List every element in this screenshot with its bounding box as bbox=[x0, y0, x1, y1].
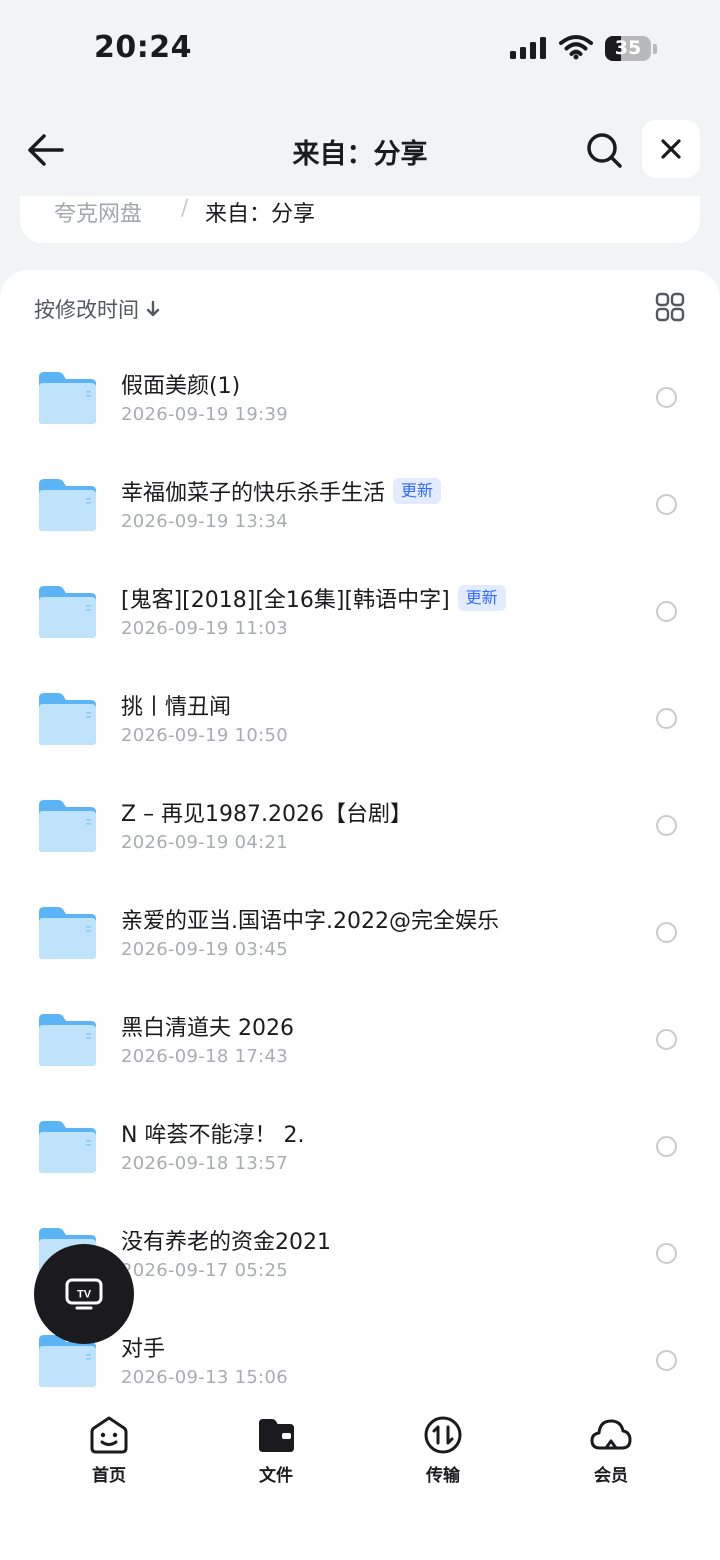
file-name: 没有养老的资金2021 bbox=[121, 1230, 331, 1255]
folder-icon bbox=[39, 693, 96, 745]
close-button[interactable] bbox=[642, 120, 700, 178]
cloud-icon bbox=[590, 1419, 632, 1450]
list-item[interactable]: Z – 再见1987.2026【台剧】 2026-09-19 04:21 bbox=[0, 770, 720, 877]
folder-icon bbox=[39, 479, 96, 531]
file-name: N 哞荟不能淳！ 2. bbox=[121, 1123, 305, 1148]
wifi-icon bbox=[559, 35, 593, 60]
select-radio[interactable] bbox=[656, 815, 677, 836]
list-item[interactable]: 亲爱的亚当.国语中字.2022@完全娱乐 2026-09-19 03:45 bbox=[0, 877, 720, 984]
tab-member[interactable]: 会员 bbox=[561, 1415, 661, 1486]
select-radio[interactable] bbox=[656, 1243, 677, 1264]
file-name: 幸福伽菜子的快乐杀手生活 更新 bbox=[121, 475, 442, 507]
tab-home[interactable]: 首页 bbox=[59, 1415, 159, 1486]
file-name: 黑白清道夫 2026 bbox=[121, 1016, 294, 1041]
folder-icon bbox=[39, 372, 96, 424]
select-radio[interactable] bbox=[656, 387, 677, 408]
search-button[interactable] bbox=[584, 130, 624, 170]
file-name: 假面美颜(1) bbox=[121, 374, 241, 399]
list-item[interactable]: 假面美颜(1) 2026-09-19 19:39 bbox=[0, 342, 720, 449]
file-name: Z – 再见1987.2026【台剧】 bbox=[121, 802, 413, 827]
tab-files[interactable]: 文件 bbox=[226, 1415, 326, 1486]
breadcrumb: 夸克网盘 / 来自：分享 bbox=[20, 196, 700, 243]
file-date: 2026-09-18 17:43 bbox=[121, 1046, 289, 1067]
bottom-tab-bar: 首页 文件 传输 会员 bbox=[0, 1405, 720, 1560]
battery-level: 35 bbox=[614, 37, 642, 59]
file-date: 2026-09-13 15:06 bbox=[121, 1367, 289, 1388]
smiley-home-icon bbox=[90, 1416, 128, 1454]
folder-wallet-icon bbox=[259, 1419, 294, 1452]
breadcrumb-root[interactable]: 夸克网盘 bbox=[54, 196, 142, 228]
folder-icon bbox=[39, 800, 96, 852]
update-badge: 更新 bbox=[457, 585, 506, 611]
list-item[interactable]: N 哞荟不能淳！ 2. 2026-09-18 13:57 bbox=[0, 1091, 720, 1198]
close-icon bbox=[661, 139, 681, 159]
cellular-signal-icon bbox=[510, 37, 546, 59]
file-name: 挑丨情丑闻 bbox=[121, 695, 232, 720]
tab-transfer[interactable]: 传输 bbox=[393, 1415, 493, 1486]
file-date: 2026-09-19 13:34 bbox=[121, 511, 289, 532]
select-radio[interactable] bbox=[656, 1029, 677, 1050]
breadcrumb-separator: / bbox=[181, 196, 189, 221]
sort-label: 按修改时间 bbox=[34, 298, 139, 322]
tab-label: 文件 bbox=[259, 1466, 293, 1486]
file-date: 2026-09-18 13:57 bbox=[121, 1153, 289, 1174]
svg-text:TV: TV bbox=[77, 1289, 92, 1301]
file-date: 2026-09-19 19:39 bbox=[121, 404, 289, 425]
file-name: 亲爱的亚当.国语中字.2022@完全娱乐 bbox=[121, 909, 499, 934]
search-icon bbox=[587, 133, 622, 168]
tab-label: 首页 bbox=[92, 1466, 126, 1486]
list-item[interactable]: [鬼客][2018][全16集][韩语中字] 更新 2026-09-19 11:0… bbox=[0, 556, 720, 663]
file-date: 2026-09-19 11:03 bbox=[121, 618, 289, 639]
list-item[interactable]: 幸福伽菜子的快乐杀手生活 更新 2026-09-19 13:34 bbox=[0, 449, 720, 556]
tv-cast-button[interactable]: TV bbox=[34, 1244, 134, 1344]
battery-icon: 35 bbox=[605, 36, 651, 61]
grid-icon bbox=[655, 292, 685, 322]
transfer-arrows-icon bbox=[424, 1416, 462, 1454]
folder-icon bbox=[39, 1014, 96, 1066]
file-date: 2026-09-19 04:21 bbox=[121, 832, 289, 853]
folder-icon bbox=[39, 586, 96, 638]
update-badge: 更新 bbox=[393, 478, 442, 504]
select-radio[interactable] bbox=[656, 1350, 677, 1371]
select-radio[interactable] bbox=[656, 601, 677, 622]
file-date: 2026-09-17 05:25 bbox=[121, 1260, 289, 1281]
status-time: 20:24 bbox=[94, 30, 192, 65]
tv-icon: TV bbox=[65, 1278, 103, 1310]
arrow-down-icon bbox=[146, 300, 160, 317]
select-radio[interactable] bbox=[656, 708, 677, 729]
folder-icon bbox=[39, 907, 96, 959]
folder-icon bbox=[39, 1121, 96, 1173]
select-radio[interactable] bbox=[656, 922, 677, 943]
select-radio[interactable] bbox=[656, 1136, 677, 1157]
sort-button[interactable]: 按修改时间 bbox=[34, 294, 161, 324]
file-date: 2026-09-19 03:45 bbox=[121, 939, 289, 960]
breadcrumb-current: 来自：分享 bbox=[205, 202, 316, 227]
tab-label: 会员 bbox=[594, 1466, 628, 1486]
file-list-panel: 按修改时间 假面美颜(1) 2026-09-19 19:39 幸福伽菜子的快乐杀… bbox=[0, 270, 720, 1560]
file-name: 对手 bbox=[121, 1337, 166, 1362]
grid-view-toggle[interactable] bbox=[655, 292, 685, 322]
select-radio[interactable] bbox=[656, 494, 677, 515]
battery-tip bbox=[653, 44, 657, 54]
list-item[interactable]: 黑白清道夫 2026 2026-09-18 17:43 bbox=[0, 984, 720, 1091]
file-date: 2026-09-19 10:50 bbox=[121, 725, 289, 746]
tab-label: 传输 bbox=[426, 1466, 460, 1486]
status-bar: 20:24 35 bbox=[0, 0, 720, 100]
list-item[interactable]: 挑丨情丑闻 2026-09-19 10:50 bbox=[0, 663, 720, 770]
file-name: [鬼客][2018][全16集][韩语中字] 更新 bbox=[121, 582, 506, 614]
navigation-bar: 来自：分享 bbox=[0, 110, 720, 190]
